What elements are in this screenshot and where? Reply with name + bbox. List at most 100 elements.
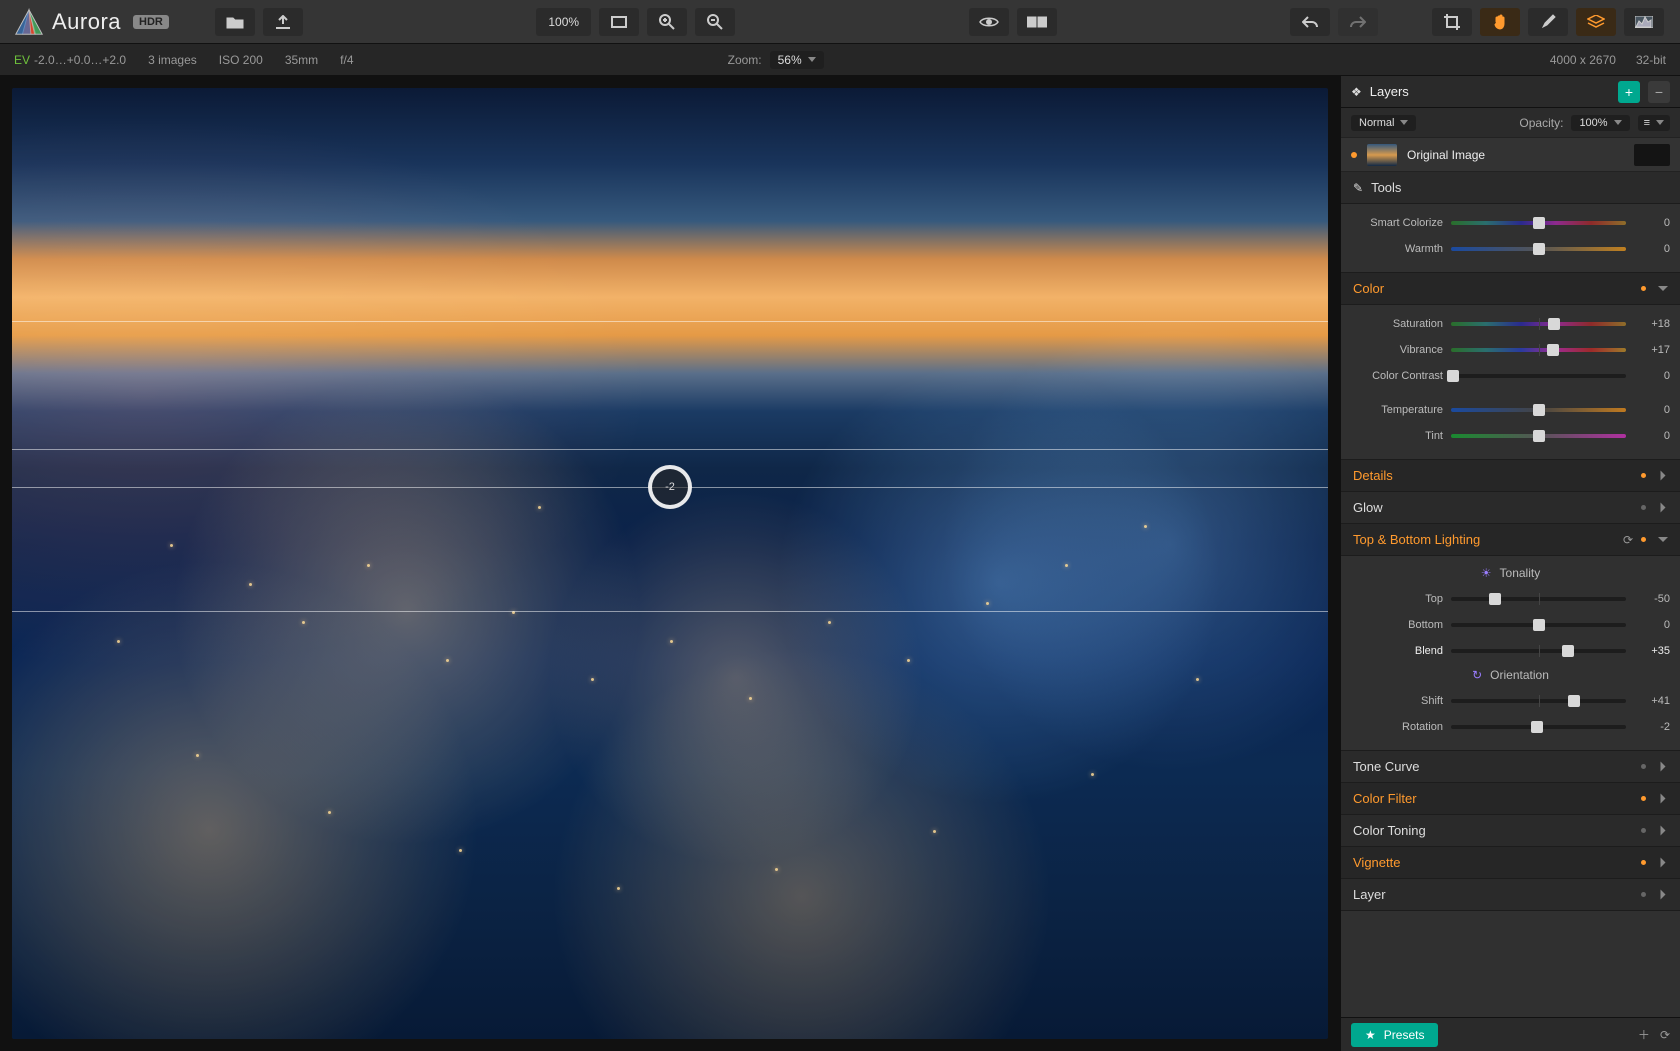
guide-line-upper[interactable] [12, 449, 1328, 450]
edited-indicator-icon [1641, 860, 1646, 865]
slider-bottom[interactable]: Bottom 0 [1351, 612, 1670, 638]
export-button[interactable] [263, 8, 303, 36]
section-body-color: Saturation +18 Vibrance +17 Color Contra… [1341, 305, 1680, 460]
preview-toggle-button[interactable] [969, 8, 1009, 36]
hand-tool-button[interactable] [1480, 8, 1520, 36]
bitdepth-info: 32-bit [1636, 53, 1666, 67]
histogram-button[interactable] [1624, 8, 1664, 36]
indicator-icon [1641, 892, 1646, 897]
chevron-right-icon [1661, 471, 1666, 481]
canvas-image[interactable]: -2 [12, 88, 1328, 1039]
indicator-icon [1641, 505, 1646, 510]
slider-warmth[interactable]: Warmth 0 [1351, 236, 1670, 262]
fit-screen-button[interactable] [599, 8, 639, 36]
section-head-vignette[interactable]: Vignette [1341, 847, 1680, 879]
layer-visibility-dot[interactable] [1351, 152, 1357, 158]
chevron-right-icon [1661, 794, 1666, 804]
chevron-down-icon [1658, 537, 1668, 542]
section-body-tb-lighting: ☀Tonality Top -50 Bottom 0 Blend +35 ↻Or… [1341, 556, 1680, 751]
layer-options-row: Normal Opacity: 100% ≡ [1341, 108, 1680, 138]
layers-tool-button[interactable] [1576, 8, 1616, 36]
section-head-colortoning[interactable]: Color Toning [1341, 815, 1680, 847]
slider-color-contrast[interactable]: Color Contrast 0 [1351, 363, 1670, 389]
opacity-dropdown[interactable]: 100% [1571, 115, 1629, 131]
chevron-right-icon [1661, 826, 1666, 836]
app-badge: HDR [133, 15, 169, 29]
tonality-icon: ☀ [1481, 566, 1492, 580]
layer-item-original[interactable]: Original Image [1341, 138, 1680, 172]
image-count: 3 images [148, 53, 197, 67]
section-head-color[interactable]: Color [1341, 273, 1680, 305]
indicator-icon [1641, 764, 1646, 769]
slider-saturation[interactable]: Saturation +18 [1351, 311, 1670, 337]
iso-info: ISO 200 [219, 53, 263, 67]
edited-indicator-icon [1641, 286, 1646, 291]
subhead-orientation: ↻Orientation [1351, 664, 1670, 688]
add-layer-button[interactable]: + [1618, 81, 1640, 103]
layer-thumbnail [1367, 144, 1397, 166]
section-head-tb-lighting[interactable]: Top & Bottom Lighting ⟳ [1341, 524, 1680, 556]
zoom-label: Zoom: [728, 53, 762, 67]
layer-name-label: Original Image [1407, 148, 1485, 162]
zoom-out-button[interactable] [695, 8, 735, 36]
layer-menu-button[interactable]: ≡ [1638, 115, 1670, 131]
section-head-glow[interactable]: Glow [1341, 492, 1680, 524]
top-toolbar: Aurora HDR 100% [0, 0, 1680, 44]
zoom-in-button[interactable] [647, 8, 687, 36]
slider-blend[interactable]: Blend +35 [1351, 638, 1670, 664]
remove-layer-button[interactable]: − [1648, 81, 1670, 103]
section-head-tools[interactable]: ✎ Tools [1341, 172, 1680, 204]
canvas-area[interactable]: -2 [0, 76, 1340, 1051]
brush-tool-button[interactable] [1528, 8, 1568, 36]
chevron-right-icon [1661, 890, 1666, 900]
blend-mode-dropdown[interactable]: Normal [1351, 115, 1416, 131]
section-head-details[interactable]: Details [1341, 460, 1680, 492]
section-body-tools: Smart Colorize 0 Warmth 0 [1341, 204, 1680, 273]
presets-button[interactable]: ★ Presets [1351, 1023, 1438, 1047]
focal-info: 35mm [285, 53, 318, 67]
right-panel: ❖ Layers + − Normal Opacity: 100% ≡ Orig… [1340, 76, 1680, 1051]
info-bar: EV-2.0…+0.0…+2.0 3 images ISO 200 35mm f… [0, 44, 1680, 76]
dimensions-info: 4000 x 2670 [1550, 53, 1616, 67]
edited-indicator-icon [1641, 473, 1646, 478]
city-lights-overlay [12, 88, 1328, 1039]
opacity-label: Opacity: [1519, 116, 1563, 130]
presets-bar: ★ Presets ＋ ⟳ [1341, 1017, 1680, 1051]
undo-button[interactable] [1290, 8, 1330, 36]
slider-shift[interactable]: Shift +41 [1351, 688, 1670, 714]
slider-top[interactable]: Top -50 [1351, 586, 1670, 612]
app-name: Aurora [52, 9, 121, 35]
redo-button[interactable] [1338, 8, 1378, 36]
rotation-knob[interactable]: -2 [648, 465, 692, 509]
open-button[interactable] [215, 8, 255, 36]
section-head-layer[interactable]: Layer [1341, 879, 1680, 911]
layers-title: Layers [1370, 84, 1409, 99]
chevron-right-icon [1661, 503, 1666, 513]
zoom-info-group: Zoom: 56% [728, 51, 824, 69]
chevron-down-icon [1658, 286, 1668, 291]
slider-rotation[interactable]: Rotation -2 [1351, 714, 1670, 740]
orientation-icon: ↻ [1472, 668, 1482, 682]
section-head-colorfilter[interactable]: Color Filter [1341, 783, 1680, 815]
slider-tint[interactable]: Tint 0 [1351, 423, 1670, 449]
section-head-tonecurve[interactable]: Tone Curve [1341, 751, 1680, 783]
refresh-presets-button[interactable]: ⟳ [1660, 1028, 1670, 1042]
star-icon: ★ [1365, 1028, 1376, 1042]
guide-line-lower[interactable] [12, 611, 1328, 612]
crop-tool-button[interactable] [1432, 8, 1472, 36]
chevron-right-icon [1661, 858, 1666, 868]
slider-smart-colorize[interactable]: Smart Colorize 0 [1351, 210, 1670, 236]
compare-button[interactable] [1017, 8, 1057, 36]
reset-icon[interactable]: ⟳ [1623, 533, 1633, 547]
indicator-icon [1641, 828, 1646, 833]
guide-line-top[interactable] [12, 321, 1328, 322]
add-preset-button[interactable]: ＋ [1638, 1026, 1650, 1043]
aperture-info: f/4 [340, 53, 353, 67]
layer-mask-thumbnail[interactable] [1634, 144, 1670, 166]
slider-vibrance[interactable]: Vibrance +17 [1351, 337, 1670, 363]
layers-header: ❖ Layers + − [1341, 76, 1680, 108]
edited-indicator-icon [1641, 537, 1646, 542]
zoom-dropdown[interactable]: 56% [770, 51, 824, 69]
slider-temperature[interactable]: Temperature 0 [1351, 397, 1670, 423]
zoom-100-button[interactable]: 100% [536, 8, 591, 36]
